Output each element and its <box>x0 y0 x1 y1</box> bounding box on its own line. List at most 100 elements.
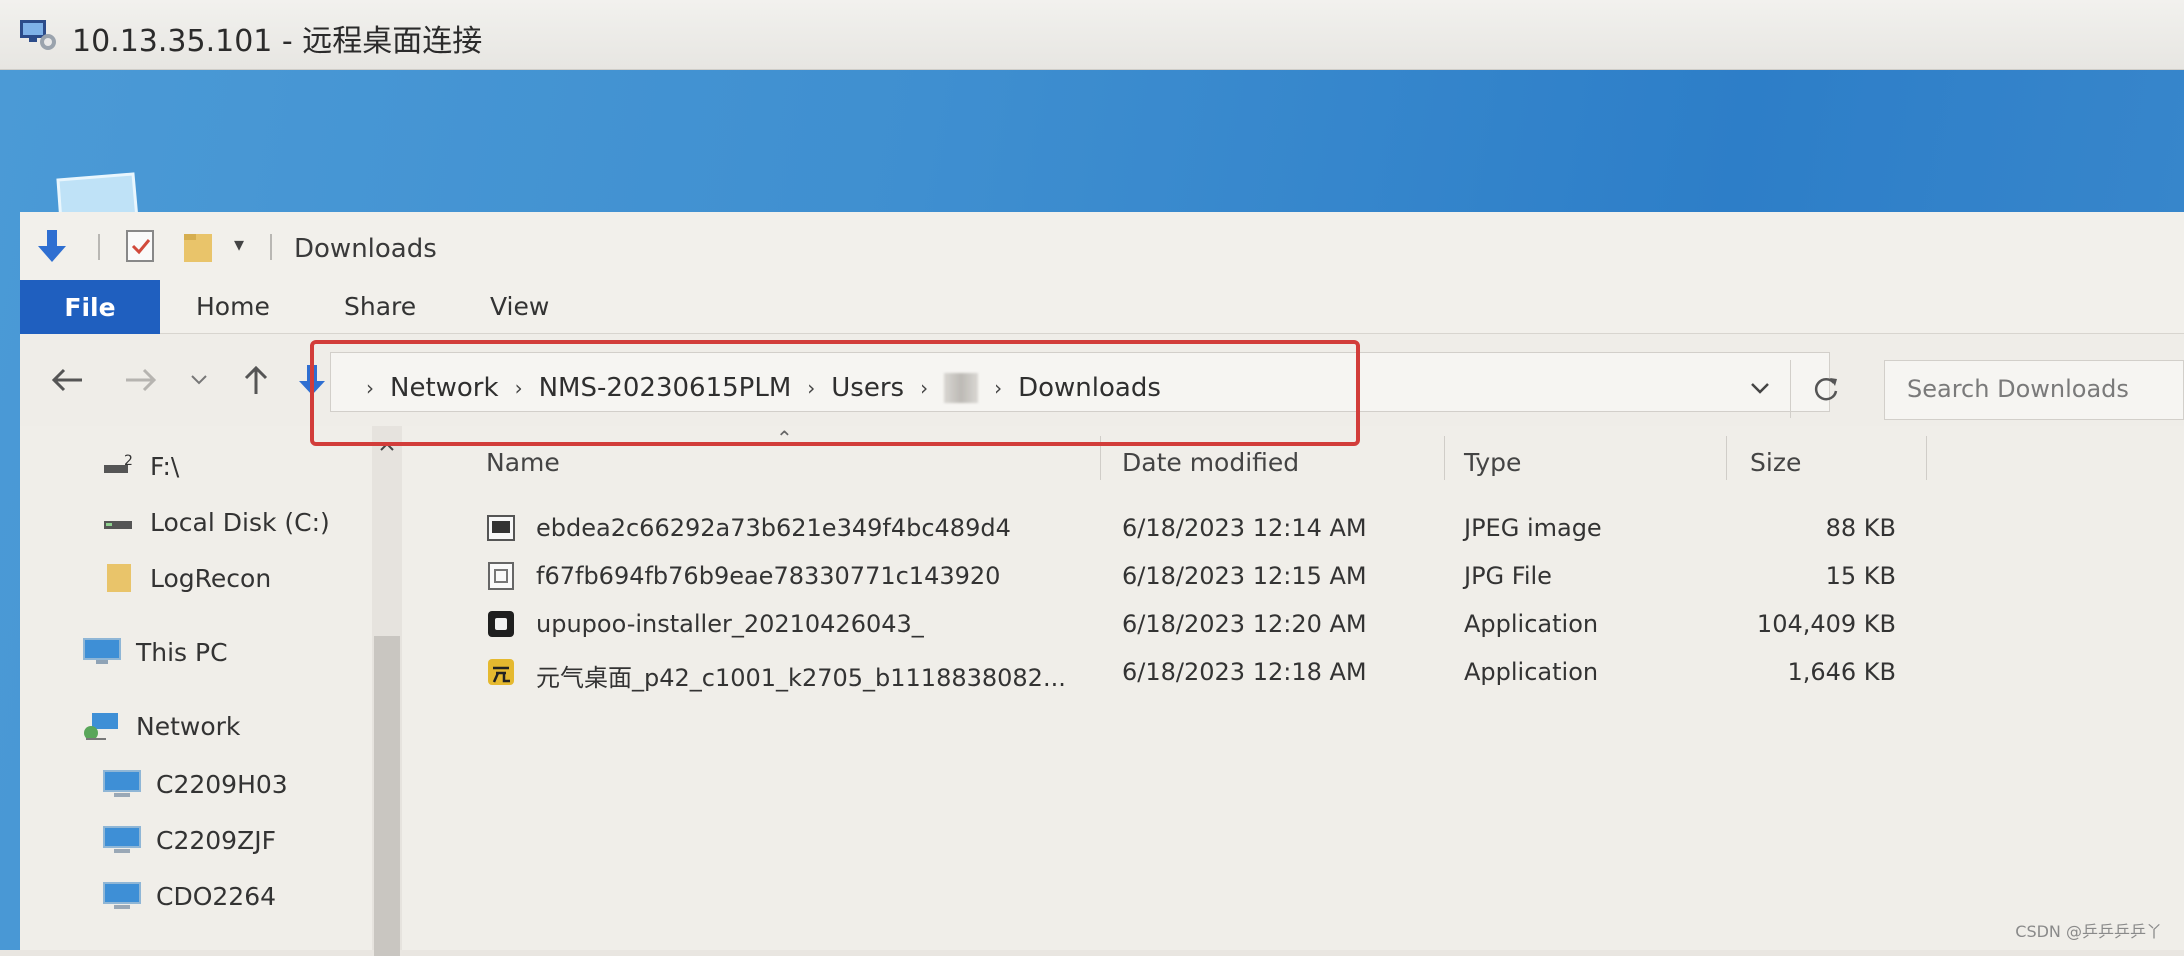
customize-qat-dropdown-icon[interactable]: ▾ <box>234 232 244 268</box>
yuanqi-app-icon <box>488 659 514 685</box>
computer-icon <box>102 768 142 800</box>
file-date-modified: 6/18/2023 12:18 AM <box>1122 658 1367 686</box>
address-history-dropdown[interactable] <box>1740 368 1780 408</box>
nav-item-cdo2264[interactable]: CDO2264 <box>102 874 276 918</box>
breadcrumb: › Network › NMS-20230615PLM › Users › › … <box>350 368 1161 408</box>
navigation-pane-scrollbar[interactable] <box>372 426 402 956</box>
computer-icon <box>102 824 142 856</box>
column-header-date-modified[interactable]: Date modified <box>1122 448 1299 477</box>
nav-item-local-disk-c[interactable]: Local Disk (C:) <box>102 500 330 544</box>
forward-arrow-icon <box>126 368 157 392</box>
scrollbar-thumb[interactable] <box>374 636 400 956</box>
nav-item-f-drive[interactable]: 2 F:\ <box>102 444 179 488</box>
scroll-up-button[interactable] <box>372 434 402 460</box>
up-arrow-icon <box>244 365 268 394</box>
file-size: 15 KB <box>1825 562 1896 590</box>
column-header-name[interactable]: Name <box>486 448 560 477</box>
file-date-modified: 6/18/2023 12:14 AM <box>1122 514 1367 542</box>
file-row[interactable]: upupoo-installer_20210426043_ 6/18/2023 … <box>450 602 1950 646</box>
file-type: JPEG image <box>1464 514 1602 542</box>
qat-separator <box>98 234 100 260</box>
file-size: 104,409 KB <box>1756 610 1896 638</box>
breadcrumb-chevron-icon: › <box>514 376 523 400</box>
up-button[interactable] <box>234 358 278 402</box>
column-header-size[interactable]: Size <box>1750 448 1801 477</box>
drive-icon: 2 <box>102 450 136 482</box>
file-date-modified: 6/18/2023 12:20 AM <box>1122 610 1367 638</box>
folder-icon <box>102 562 136 594</box>
breadcrumb-users[interactable]: Users <box>831 373 904 403</box>
back-arrow-icon <box>51 368 82 392</box>
file-row[interactable]: ebdea2c66292a73b621e349f4bc489d4 6/18/20… <box>450 506 1950 550</box>
back-button[interactable] <box>46 358 90 402</box>
down-arrow-icon[interactable] <box>34 228 70 264</box>
app-icon <box>488 611 514 637</box>
properties-icon[interactable] <box>124 228 158 264</box>
network-icon <box>82 710 122 742</box>
computer-icon <box>102 880 142 912</box>
rdp-titlebar: 10.13.35.101 - 远程桌面连接 <box>0 0 2184 70</box>
nav-item-c2209zjf[interactable]: C2209ZJF <box>102 818 276 862</box>
forward-button[interactable] <box>118 358 162 402</box>
nav-item-this-pc[interactable]: This PC <box>82 630 228 674</box>
qat-separator <box>270 234 272 260</box>
file-type: Application <box>1464 658 1599 686</box>
rdp-window-title: 10.13.35.101 - 远程桌面连接 <box>72 24 483 59</box>
column-divider[interactable] <box>1726 436 1727 480</box>
chevron-up-icon <box>380 442 394 451</box>
breadcrumb-downloads[interactable]: Downloads <box>1018 373 1161 403</box>
tab-share[interactable]: Share <box>344 292 416 321</box>
chevron-down-icon <box>191 375 207 385</box>
file-name: f67fb694fb76b9eae78330771c143920 <box>536 562 1001 590</box>
breadcrumb-chevron-icon: › <box>366 376 374 400</box>
file-size: 1,646 KB <box>1787 658 1896 686</box>
chevron-down-icon <box>1751 383 1769 394</box>
recent-locations-button[interactable] <box>184 358 214 402</box>
new-folder-icon[interactable] <box>182 228 216 264</box>
file-name: upupoo-installer_20210426043_ <box>536 610 924 638</box>
breadcrumb-nms-host[interactable]: NMS-20230615PLM <box>539 373 792 403</box>
remote-desktop-icon <box>20 20 56 50</box>
file-date-modified: 6/18/2023 12:15 AM <box>1122 562 1367 590</box>
navigation-bar: › Network › NMS-20230615PLM › Users › › … <box>20 334 2184 426</box>
file-type: Application <box>1464 610 1599 638</box>
svg-text:2: 2 <box>124 453 133 469</box>
nav-item-c2209h03[interactable]: C2209H03 <box>102 762 288 806</box>
file-type: JPG File <box>1464 562 1552 590</box>
tab-file[interactable]: File <box>20 280 160 334</box>
drive-icon <box>102 506 136 538</box>
nav-item-network[interactable]: Network <box>82 704 240 748</box>
file-explorer-window: ▾ Downloads File Home Share View › Netwo… <box>20 212 2184 956</box>
breadcrumb-chevron-icon: › <box>920 376 929 400</box>
sort-ascending-icon: ⌃ <box>776 426 793 450</box>
breadcrumb-chevron-icon: › <box>994 376 1003 400</box>
refresh-button[interactable] <box>1790 360 1860 418</box>
file-name: 元气桌面_p42_c1001_k2705_b1118838082... <box>536 664 1066 692</box>
window-title: Downloads <box>294 234 437 264</box>
breadcrumb-redacted-user[interactable] <box>944 373 979 403</box>
image-file-icon <box>487 515 515 541</box>
ribbon-tabs: File Home Share View <box>20 278 2184 334</box>
navigation-pane: 2 F:\ Local Disk (C:) LogRecon This PC N… <box>20 426 410 956</box>
file-row[interactable]: 元气桌面_p42_c1001_k2705_b1118838082... 6/18… <box>450 650 1950 694</box>
downloads-location-icon <box>299 365 325 395</box>
nav-item-logrecon[interactable]: LogRecon <box>102 556 271 600</box>
file-name: ebdea2c66292a73b621e349f4bc489d4 <box>536 514 1011 542</box>
column-divider[interactable] <box>1444 436 1445 480</box>
tab-view[interactable]: View <box>490 292 549 321</box>
file-size: 88 KB <box>1825 514 1896 542</box>
column-divider[interactable] <box>1100 436 1101 480</box>
watermark: CSDN @乒乒乒乒丫 <box>2015 922 2162 941</box>
pc-icon <box>82 636 122 668</box>
breadcrumb-network[interactable]: Network <box>390 373 499 403</box>
file-row[interactable]: f67fb694fb76b9eae78330771c143920 6/18/20… <box>450 554 1950 598</box>
quick-access-toolbar: ▾ Downloads <box>20 212 2184 278</box>
column-divider[interactable] <box>1926 436 1927 480</box>
tab-home[interactable]: Home <box>196 292 270 321</box>
file-list: ⌃ Name Date modified Type Size ebdea2c66… <box>450 426 2184 950</box>
breadcrumb-chevron-icon: › <box>807 376 816 400</box>
refresh-icon <box>1814 378 1837 401</box>
column-header-type[interactable]: Type <box>1464 448 1521 477</box>
search-input[interactable]: Search Downloads <box>1884 360 2184 420</box>
generic-file-icon <box>488 562 514 590</box>
